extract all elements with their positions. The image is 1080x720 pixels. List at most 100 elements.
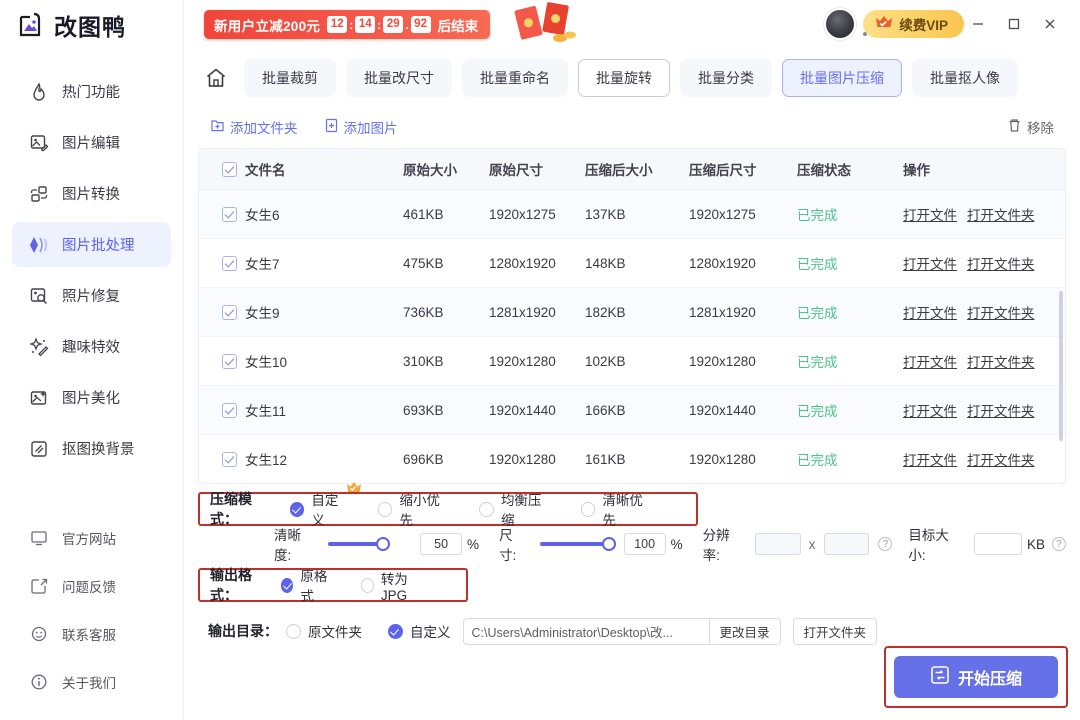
cell-comp-dim: 1920x1275 <box>689 206 756 222</box>
content-panel: 添加文件夹 添加图片 移除 文件名 原始大小 原始尺寸 压缩后大小 压缩后尺寸 … <box>198 106 1068 720</box>
sidebar-item-support[interactable]: 联系客服 <box>12 613 171 655</box>
open-file-link[interactable]: 打开文件 <box>903 355 957 370</box>
output-path-input[interactable]: C:\Users\Administrator\Desktop\改... <box>462 617 709 645</box>
target-size-input[interactable] <box>974 533 1023 555</box>
clarity-slider-knob[interactable] <box>376 537 391 551</box>
tab-batch-rotate[interactable]: 批量旋转 <box>578 59 670 97</box>
row-checkbox[interactable] <box>221 206 237 222</box>
table-scrollbar[interactable] <box>1059 291 1063 441</box>
close-button[interactable] <box>1034 8 1066 40</box>
open-folder-link[interactable]: 打开文件夹 <box>967 208 1035 223</box>
minimize-button[interactable] <box>962 8 994 40</box>
resolution-help-icon[interactable]: ? <box>878 537 893 551</box>
cell-comp-size: 182KB <box>585 304 626 320</box>
format-option-jpg[interactable]: 转为JPG <box>360 568 426 603</box>
table-row[interactable]: 女生7 475KB 1280x1920 148KB 1280x1920 已完成 … <box>199 238 1065 287</box>
open-file-link[interactable]: 打开文件 <box>903 208 957 223</box>
dir-option-custom[interactable]: 自定义 <box>388 621 451 641</box>
sidebar-item-about[interactable]: 关于我们 <box>12 661 171 703</box>
table-header: 文件名 原始大小 原始尺寸 压缩后大小 压缩后尺寸 压缩状态 操作 <box>199 149 1065 189</box>
mode-option-smaller[interactable]: 缩小优先 <box>377 489 453 529</box>
format-option-original[interactable]: 原格式 <box>280 565 335 605</box>
avatar[interactable] <box>824 8 856 40</box>
table-row[interactable]: 女生12 696KB 1920x1280 161KB 1920x1280 已完成… <box>199 434 1065 483</box>
dir-option-source[interactable]: 原文件夹 <box>286 621 362 641</box>
target-size-help-icon[interactable]: ? <box>1052 537 1067 551</box>
sidebar-item-label: 图片美化 <box>62 391 120 407</box>
sidebar-item-image-edit[interactable]: 图片编辑 <box>12 120 171 165</box>
tab-batch-portrait-cutout[interactable]: 批量抠人像 <box>912 59 1018 97</box>
promo-banner[interactable]: 新用户立减200元 12 : 14 : 29 . 92 后结束 <box>204 10 491 39</box>
radio-balanced[interactable] <box>479 501 494 517</box>
radio-custom-folder[interactable] <box>388 623 403 639</box>
open-folder-link[interactable]: 打开文件夹 <box>967 355 1035 370</box>
cell-orig-size: 693KB <box>403 402 444 418</box>
open-file-link[interactable]: 打开文件 <box>903 306 957 321</box>
tab-batch-crop[interactable]: 批量裁剪 <box>244 59 336 97</box>
open-file-link[interactable]: 打开文件 <box>903 404 957 419</box>
open-file-link[interactable]: 打开文件 <box>903 453 957 468</box>
renew-vip-button[interactable]: 续费VIP <box>863 10 964 38</box>
table-row[interactable]: 女生9 736KB 1281x1920 182KB 1281x1920 已完成 … <box>199 287 1065 336</box>
sidebar-item-beautify[interactable]: 图片美化 <box>12 375 171 420</box>
user-avatar-wrap[interactable] <box>824 8 867 42</box>
vip-crown-icon <box>346 481 362 494</box>
table-row[interactable]: 女生6 461KB 1920x1275 137KB 1920x1275 已完成 … <box>199 189 1065 238</box>
table-row[interactable]: 女生11 693KB 1920x1440 166KB 1920x1440 已完成… <box>199 385 1065 434</box>
radio-smaller[interactable] <box>377 501 393 517</box>
add-folder-button[interactable]: 添加文件夹 <box>210 117 298 137</box>
sidebar-item-image-convert[interactable]: 图片转换 <box>12 171 171 216</box>
mode-option-clarity[interactable]: 清晰优先 <box>580 489 656 529</box>
sidebar-item-website[interactable]: 官方网站 <box>12 517 171 559</box>
size-slider[interactable] <box>539 537 616 551</box>
tab-batch-rename[interactable]: 批量重命名 <box>462 59 568 97</box>
row-checkbox[interactable] <box>221 255 237 271</box>
tab-batch-classify[interactable]: 批量分类 <box>680 59 772 97</box>
sidebar-item-feedback[interactable]: 问题反馈 <box>12 565 171 607</box>
add-image-button[interactable]: 添加图片 <box>324 117 398 137</box>
open-output-folder-button[interactable]: 打开文件夹 <box>792 617 878 645</box>
open-folder-link[interactable]: 打开文件夹 <box>967 453 1035 468</box>
row-checkbox-cell <box>199 353 245 369</box>
sidebar-item-hot[interactable]: 热门功能 <box>12 69 171 114</box>
size-value[interactable]: 100 <box>623 533 666 555</box>
compress-icon <box>930 665 950 690</box>
clarity-slider[interactable] <box>328 537 391 551</box>
home-icon[interactable] <box>198 60 234 96</box>
radio-convert-jpg[interactable] <box>360 577 374 593</box>
open-file-link[interactable]: 打开文件 <box>903 257 957 272</box>
sidebar-item-photo-repair[interactable]: 照片修复 <box>12 273 171 318</box>
radio-clarity[interactable] <box>580 501 596 517</box>
table-row[interactable]: 女生10 310KB 1920x1280 102KB 1920x1280 已完成… <box>199 336 1065 385</box>
clarity-value[interactable]: 50 <box>420 533 463 555</box>
change-directory-button[interactable]: 更改目录 <box>708 617 781 645</box>
radio-source-folder[interactable] <box>286 623 301 639</box>
tab-batch-resize[interactable]: 批量改尺寸 <box>346 59 452 97</box>
open-folder-link[interactable]: 打开文件夹 <box>967 306 1035 321</box>
start-compress-button[interactable]: 开始压缩 <box>894 656 1058 698</box>
remove-button[interactable]: 移除 <box>1007 117 1054 137</box>
radio-custom[interactable] <box>289 501 305 517</box>
mode-option-custom[interactable]: 自定义 <box>289 482 361 529</box>
sidebar-item-effects[interactable]: 趣味特效 <box>12 324 171 369</box>
resolution-width-input[interactable] <box>754 533 801 555</box>
header-orig-size: 原始大小 <box>403 163 457 178</box>
row-checkbox[interactable] <box>221 451 237 467</box>
open-folder-link[interactable]: 打开文件夹 <box>967 257 1035 272</box>
resolution-height-input[interactable] <box>823 533 870 555</box>
row-checkbox[interactable] <box>221 402 237 418</box>
mode-option-balanced[interactable]: 均衡压缩 <box>479 489 554 529</box>
radio-original-format[interactable] <box>280 577 294 593</box>
row-checkbox[interactable] <box>221 353 237 369</box>
tab-batch-compress[interactable]: 批量图片压缩 <box>782 59 902 97</box>
flame-icon <box>28 81 50 103</box>
sidebar-item-cutout[interactable]: 抠图换背景 <box>12 426 171 471</box>
tab-label: 批量裁剪 <box>262 70 318 86</box>
maximize-button[interactable] <box>998 8 1030 40</box>
size-slider-knob[interactable] <box>601 537 616 551</box>
row-checkbox[interactable] <box>221 304 237 320</box>
select-all-checkbox[interactable] <box>221 161 237 177</box>
sidebar-item-batch-process[interactable]: 图片批处理 <box>12 222 171 267</box>
header-actions: 操作 <box>903 163 930 178</box>
open-folder-link[interactable]: 打开文件夹 <box>967 404 1035 419</box>
